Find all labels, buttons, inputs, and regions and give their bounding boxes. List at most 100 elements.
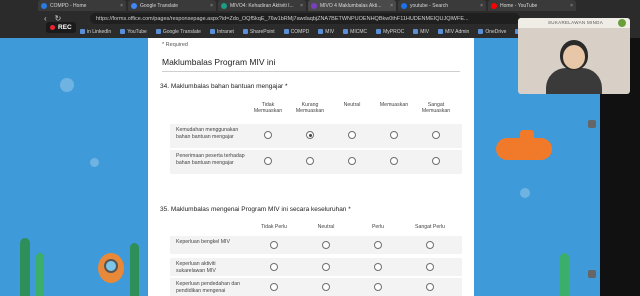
row-label: Keperluan pendedahan dan pendidikan meng… xyxy=(176,281,241,294)
radio-option[interactable] xyxy=(426,263,434,271)
radio-option[interactable] xyxy=(270,283,278,291)
bookmark-label: MIV xyxy=(420,28,430,35)
diver-helmet-decoration xyxy=(104,259,118,273)
radio-option[interactable] xyxy=(348,131,356,139)
bookmark-icon xyxy=(155,29,161,34)
bookmark-icon xyxy=(242,29,248,34)
close-icon[interactable]: × xyxy=(210,3,213,9)
radio-option[interactable] xyxy=(432,157,440,165)
close-icon[interactable]: × xyxy=(480,3,483,9)
likert-row: Penerimaan peserta terhadap bahan bantua… xyxy=(170,150,462,174)
radio-option[interactable] xyxy=(322,283,330,291)
bookmark-item[interactable]: MyPROC xyxy=(376,29,404,35)
column-header: Tidak Memuaskan xyxy=(253,102,283,114)
radio-option[interactable] xyxy=(322,263,330,271)
bookmark-item[interactable]: Google Translate xyxy=(155,28,201,35)
radio-option[interactable] xyxy=(426,283,434,291)
row-label: Keperluan aktiviti sukarelawan MIV xyxy=(176,261,216,274)
radio-option[interactable] xyxy=(374,241,382,249)
bookmark-icon xyxy=(413,29,419,34)
bookmark-label: MIV Admin xyxy=(445,28,470,35)
tab-favicon-icon xyxy=(131,2,137,9)
seaweed-decoration xyxy=(20,238,30,296)
radio-option[interactable] xyxy=(306,131,314,139)
question-35-grid: Tidak Perlu Neutral Perlu Sangat Perlu Keper… xyxy=(170,224,462,296)
close-icon[interactable]: × xyxy=(120,3,123,9)
radio-option[interactable] xyxy=(426,241,434,249)
bookmark-label: SharePoint xyxy=(249,28,275,35)
record-dot-icon xyxy=(50,25,55,30)
radio-option[interactable] xyxy=(264,157,272,165)
tab-favicon-icon xyxy=(41,2,47,9)
bookmark-label: MyPROC xyxy=(383,28,405,35)
bubble-decoration xyxy=(520,188,530,198)
row-label: Keperluan bengkel MIV xyxy=(176,239,230,245)
browser-tab[interactable]: Home - YouTube × xyxy=(488,0,576,11)
app-icon[interactable] xyxy=(588,120,596,128)
radio-option[interactable] xyxy=(374,283,382,291)
bookmark-item[interactable]: COMPD xyxy=(283,29,309,35)
radio-option[interactable] xyxy=(264,131,272,139)
bookmark-item[interactable]: MIV xyxy=(318,29,334,35)
bookmark-icon xyxy=(120,29,126,34)
form-page: * Required Maklumbalas Program MIV ini 3… xyxy=(0,38,600,296)
bookmark-label: YouTube xyxy=(127,28,147,35)
bookmark-item[interactable]: Intranet xyxy=(209,29,234,35)
address-bar[interactable]: https://forms.office.com/pages/responsep… xyxy=(90,13,520,24)
radio-option[interactable] xyxy=(432,131,440,139)
column-header: Sangat Perlu xyxy=(415,224,445,230)
bookmark-icon xyxy=(343,29,349,34)
bookmarks-bar: in LinkedIn YouTube Google Translate Intran… xyxy=(80,27,574,36)
submarine-decoration xyxy=(496,138,552,160)
tab-strip: COMPD - Home × Google Translate × MIVO4: Keh… xyxy=(38,0,640,11)
browser-tab[interactable]: MIVO 4 Maklumbalas Akti... × xyxy=(308,0,396,11)
browser-tab[interactable]: COMPD - Home × xyxy=(38,0,126,11)
close-icon[interactable]: × xyxy=(570,3,573,9)
radio-option[interactable] xyxy=(390,131,398,139)
close-icon[interactable]: × xyxy=(300,3,303,9)
likert-row: Keperluan bengkel MIV xyxy=(170,236,462,254)
seaweed-decoration xyxy=(36,253,44,296)
radio-option[interactable] xyxy=(270,241,278,249)
tab-favicon-icon xyxy=(491,2,497,9)
likert-row: Keperluan aktiviti sukarelawan MIV xyxy=(170,258,462,276)
bookmark-label: in LinkedIn xyxy=(87,28,112,35)
row-label: Penerimaan peserta terhadap bahan bantua… xyxy=(176,153,245,166)
bookmark-item[interactable]: YouTube xyxy=(120,29,147,35)
likert-row: Keperluan pendedahan dan pendidikan meng… xyxy=(170,278,462,296)
bookmark-item[interactable]: SharePoint xyxy=(242,28,275,35)
radio-option[interactable] xyxy=(390,157,398,165)
radio-option[interactable] xyxy=(306,157,314,165)
required-note: * Required xyxy=(162,42,188,48)
column-header: Neutral xyxy=(317,224,335,230)
tab-label: youtube - Search xyxy=(410,2,449,9)
webcam-banner: SUKARELAWAN MINDA xyxy=(518,18,630,28)
radio-option[interactable] xyxy=(270,263,278,271)
browser-tab[interactable]: Google Translate × xyxy=(128,0,216,11)
column-header: Sangat Memuaskan xyxy=(421,102,451,114)
bookmark-item[interactable]: MIV xyxy=(413,29,429,35)
section-divider xyxy=(162,71,460,72)
close-icon[interactable]: × xyxy=(390,3,393,9)
tab-label: MIVO4: Kehadiran Aktiviti I... xyxy=(230,2,294,9)
tab-favicon-icon xyxy=(401,2,407,9)
bookmark-item[interactable]: MICMC xyxy=(343,29,367,35)
radio-option[interactable] xyxy=(374,263,382,271)
presenter-body xyxy=(546,68,602,94)
browser-tab[interactable]: MIVO4: Kehadiran Aktiviti I... × xyxy=(218,0,306,11)
browser-tab[interactable]: youtube - Search × xyxy=(398,0,486,11)
radio-option[interactable] xyxy=(348,157,356,165)
bookmark-item[interactable]: in LinkedIn xyxy=(80,29,111,35)
bookmark-icon xyxy=(478,29,484,34)
presenter-face xyxy=(563,45,585,69)
seaweed-decoration xyxy=(130,243,139,296)
bookmark-item[interactable]: MIV Admin xyxy=(438,29,469,35)
radio-option[interactable] xyxy=(322,241,330,249)
bookmark-item[interactable]: OneDrive xyxy=(478,29,506,35)
likert-row: Kemudahan menggunakan bahan bantuan meng… xyxy=(170,124,462,148)
question-34-title: 34. Maklumbalas bahan bantuan mengajar * xyxy=(160,83,288,90)
app-icon[interactable] xyxy=(588,270,596,278)
bookmark-icon xyxy=(80,29,85,34)
bookmark-label: Google Translate xyxy=(162,28,201,35)
tab-label: MIVO 4 Maklumbalas Akti... xyxy=(320,2,382,9)
